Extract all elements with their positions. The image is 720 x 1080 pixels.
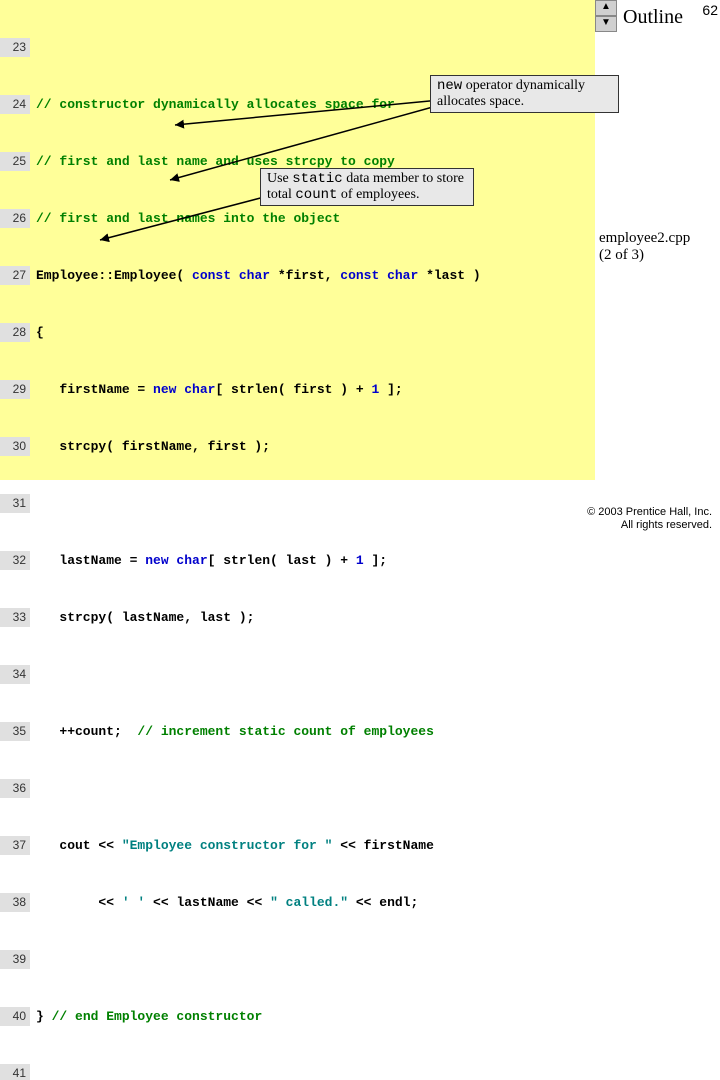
- gutter-38: 38: [0, 893, 30, 912]
- gutter-36: 36: [0, 779, 30, 798]
- gutter-41: 41: [0, 1064, 30, 1080]
- side-filename: employee2.cpp (2 of 3): [599, 230, 719, 264]
- gutter-25: 25: [0, 152, 30, 171]
- annotation-new-operator: new operator dynamically allocates space…: [430, 75, 619, 113]
- gutter-32: 32: [0, 551, 30, 570]
- nav-down-button[interactable]: ▼: [595, 16, 617, 32]
- gutter-26: 26: [0, 209, 30, 228]
- gutter-29: 29: [0, 380, 30, 399]
- annotation-static-count: Use static data member to store total co…: [260, 168, 474, 206]
- gutter-28: 28: [0, 323, 30, 342]
- gutter-27: 27: [0, 266, 30, 285]
- gutter-35: 35: [0, 722, 30, 741]
- gutter-31: 31: [0, 494, 30, 513]
- gutter-30: 30: [0, 437, 30, 456]
- gutter-37: 37: [0, 836, 30, 855]
- nav-up-button[interactable]: ▲: [595, 0, 617, 16]
- gutter-39: 39: [0, 950, 30, 969]
- gutter-23: 23: [0, 38, 30, 57]
- gutter-24: 24: [0, 95, 30, 114]
- gutter-40: 40: [0, 1007, 30, 1026]
- copyright: © 2003 Prentice Hall, Inc. All rights re…: [587, 506, 712, 532]
- code-area: 23 24// constructor dynamically allocate…: [0, 0, 595, 480]
- outline-title: Outline: [623, 6, 683, 29]
- gutter-33: 33: [0, 608, 30, 627]
- gutter-34: 34: [0, 665, 30, 684]
- page-number: 62: [702, 2, 718, 18]
